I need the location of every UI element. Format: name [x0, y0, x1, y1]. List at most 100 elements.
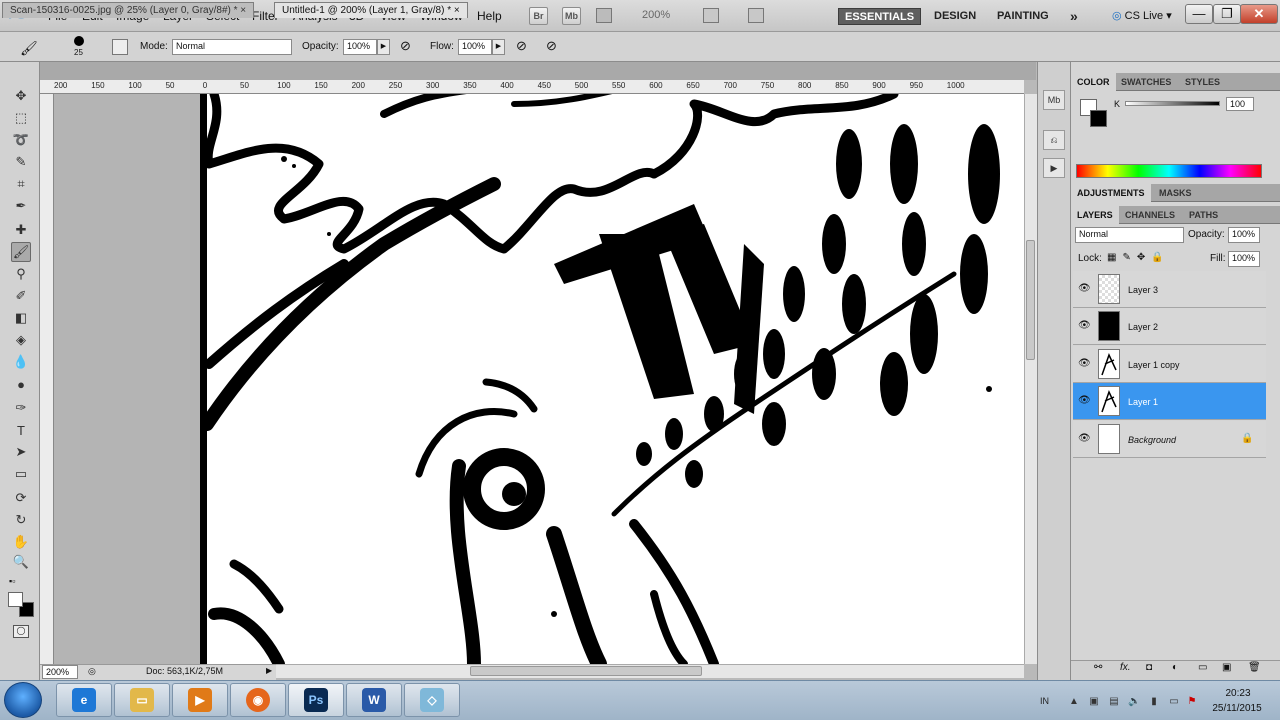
- taskbar-other-app[interactable]: ◇: [404, 683, 460, 717]
- mode-select[interactable]: Normal: [172, 39, 292, 55]
- tab-swatches[interactable]: SWATCHES: [1115, 73, 1177, 91]
- opacity-input[interactable]: 100%: [343, 39, 377, 55]
- tab-styles[interactable]: STYLES: [1179, 73, 1226, 91]
- 3d-orbit-tool-icon[interactable]: ↻: [11, 510, 31, 530]
- vertical-scrollbar[interactable]: [1024, 94, 1037, 664]
- status-zoom-field[interactable]: 200%: [42, 665, 78, 679]
- marquee-tool-icon[interactable]: ⬚: [11, 108, 31, 128]
- workspace-more[interactable]: »: [1064, 8, 1084, 25]
- airbrush-icon[interactable]: ⊘: [516, 38, 527, 54]
- volume-icon[interactable]: 🔈: [1128, 696, 1140, 708]
- brush-panel-icon[interactable]: [112, 39, 128, 55]
- minimize-button[interactable]: —: [1185, 4, 1213, 24]
- tab-channels[interactable]: CHANNELS: [1119, 206, 1181, 224]
- cs-live-button[interactable]: ◎ CS Live ▾: [1112, 9, 1172, 22]
- lock-icons[interactable]: ▦✎✥🔒: [1107, 252, 1170, 263]
- zoom-tool-icon[interactable]: 🔍: [11, 552, 31, 572]
- k-channel-slider[interactable]: [1125, 101, 1220, 106]
- dodge-tool-icon[interactable]: ●: [11, 374, 31, 394]
- type-tool-icon[interactable]: T: [11, 420, 31, 440]
- tray-app-icon[interactable]: ▣: [1088, 696, 1100, 708]
- action-center-icon[interactable]: ⚑: [1186, 696, 1198, 708]
- k-channel-value[interactable]: 100: [1226, 97, 1254, 111]
- healing-brush-tool-icon[interactable]: ✚: [11, 220, 31, 240]
- fx-icon[interactable]: fx.: [1120, 662, 1131, 673]
- workspace-essentials[interactable]: ESSENTIALS: [838, 8, 922, 25]
- brush-tool-preset-icon[interactable]: 🖌: [20, 40, 38, 57]
- tab-paths[interactable]: PATHS: [1183, 206, 1224, 224]
- arrange-documents-icon[interactable]: [703, 8, 719, 23]
- tab-close-icon[interactable]: ×: [454, 5, 460, 16]
- restore-button[interactable]: ❐: [1213, 4, 1241, 24]
- screen-mode-icon[interactable]: [748, 8, 764, 23]
- network-icon[interactable]: ▮: [1148, 696, 1160, 708]
- visibility-eye-icon[interactable]: 👁: [1078, 283, 1091, 295]
- tray-device-icon[interactable]: ▤: [1108, 696, 1120, 708]
- zoom-level-dropdown[interactable]: 200%: [642, 9, 670, 21]
- foreground-color-swatch[interactable]: [8, 592, 23, 607]
- mask-icon[interactable]: ◘: [1146, 662, 1152, 673]
- start-button-icon[interactable]: [4, 682, 42, 718]
- trash-icon[interactable]: 🗑: [1248, 662, 1261, 673]
- workspace-painting[interactable]: PAINTING: [991, 8, 1055, 25]
- fill-input[interactable]: 100%: [1228, 251, 1260, 267]
- taskbar-photoshop[interactable]: Ps: [288, 683, 344, 717]
- crop-tool-icon[interactable]: ⌗: [11, 174, 31, 194]
- flow-slider-arrow[interactable]: ▶: [492, 39, 505, 55]
- tablet-size-icon[interactable]: ⊘: [546, 38, 557, 54]
- adjustment-icon[interactable]: ◐: [1172, 662, 1178, 673]
- flow-input[interactable]: 100%: [458, 39, 492, 55]
- eraser-tool-icon[interactable]: ◧: [11, 308, 31, 328]
- taskbar-word[interactable]: W: [346, 683, 402, 717]
- tab-masks[interactable]: MASKS: [1153, 184, 1198, 202]
- tab-layers[interactable]: LAYERS: [1071, 206, 1119, 224]
- clock-date[interactable]: 25/11/2015: [1206, 703, 1268, 714]
- status-menu-arrow[interactable]: ▶: [266, 666, 272, 675]
- tab-color[interactable]: COLOR: [1071, 73, 1116, 91]
- workspace-design[interactable]: DESIGN: [928, 8, 982, 25]
- color-background-swatch[interactable]: [1090, 110, 1107, 127]
- paint-bucket-tool-icon[interactable]: ◈: [11, 330, 31, 350]
- link-icon[interactable]: ⚯: [1094, 662, 1102, 673]
- tab-untitled-1[interactable]: Untitled-1 @ 200% (Layer 1, Gray/8) * ×: [274, 2, 468, 18]
- quick-mask-icon[interactable]: ◯: [13, 625, 29, 638]
- group-icon[interactable]: ▭: [1198, 662, 1207, 673]
- color-spectrum-ramp[interactable]: [1076, 164, 1262, 178]
- minibridge-button[interactable]: Mb: [562, 7, 581, 25]
- horizontal-scrollbar-thumb[interactable]: [470, 666, 702, 676]
- vertical-scrollbar-thumb[interactable]: [1026, 240, 1035, 360]
- tab-scan-document[interactable]: Scan-150316-0025.jpg @ 25% (Layer 0, Gra…: [2, 2, 255, 18]
- airbrush-pressure-icon[interactable]: ⊘: [400, 38, 411, 54]
- opacity-slider-arrow[interactable]: ▶: [377, 39, 390, 55]
- menu-help[interactable]: Help: [477, 9, 502, 23]
- history-brush-tool-icon[interactable]: ✐: [11, 286, 31, 306]
- rectangle-tool-icon[interactable]: ▭: [11, 464, 31, 484]
- taskbar-windows-explorer[interactable]: ▭: [114, 683, 170, 717]
- quick-selection-tool-icon[interactable]: ✎: [11, 152, 31, 172]
- bridge-button[interactable]: Br: [529, 7, 548, 25]
- battery-icon[interactable]: ▭: [1168, 696, 1180, 708]
- blur-tool-icon[interactable]: 💧: [11, 352, 31, 372]
- visibility-eye-icon[interactable]: 👁: [1078, 358, 1091, 370]
- lasso-tool-icon[interactable]: ➰: [11, 130, 31, 150]
- taskbar-firefox[interactable]: ◉: [230, 683, 286, 717]
- move-tool-icon[interactable]: ✥: [11, 86, 31, 106]
- default-colors-icon[interactable]: ▪▫: [9, 576, 15, 586]
- extras-icon[interactable]: [596, 8, 612, 23]
- tab-adjustments[interactable]: ADJUSTMENTS: [1071, 184, 1151, 202]
- hand-tool-icon[interactable]: ✋: [11, 532, 31, 552]
- taskbar-internet-explorer[interactable]: e: [56, 683, 112, 717]
- close-button[interactable]: ✕: [1240, 4, 1278, 24]
- taskbar-media-player[interactable]: ▶: [172, 683, 228, 717]
- blend-mode-select[interactable]: Normal: [1075, 227, 1184, 243]
- 3d-rotate-tool-icon[interactable]: ⟳: [11, 488, 31, 508]
- new-layer-icon[interactable]: ▣: [1222, 662, 1231, 673]
- brush-tip-icon[interactable]: [74, 36, 84, 46]
- pen-tool-icon[interactable]: ✑: [11, 398, 31, 418]
- eyedropper-tool-icon[interactable]: ✒: [11, 196, 31, 216]
- history-panel-icon[interactable]: ⎌: [1043, 130, 1065, 150]
- tray-arrow-icon[interactable]: ▲: [1068, 696, 1080, 708]
- brush-tool-icon[interactable]: 🖌: [11, 242, 31, 262]
- language-indicator[interactable]: IN: [1040, 696, 1049, 706]
- visibility-eye-icon[interactable]: 👁: [1078, 433, 1091, 445]
